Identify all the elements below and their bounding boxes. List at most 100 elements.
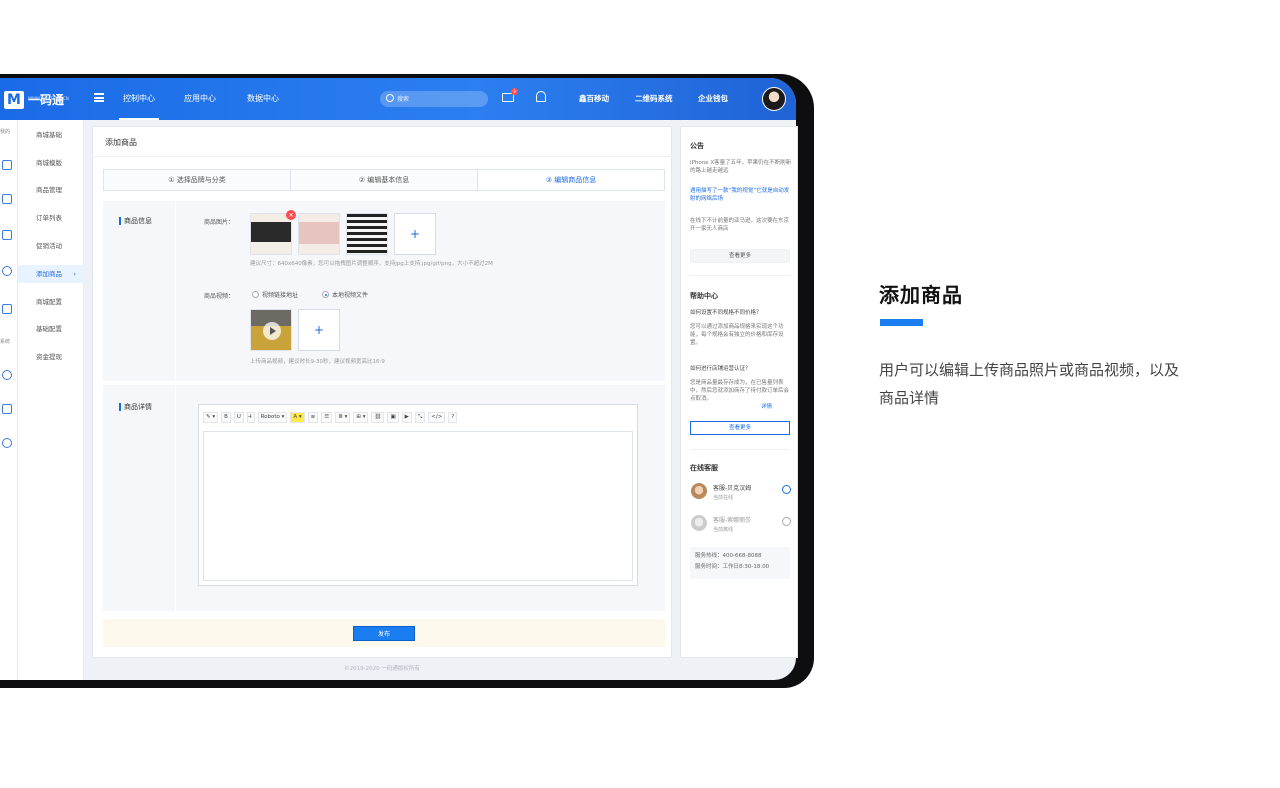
search-icon	[386, 94, 394, 102]
tb-color[interactable]: A ▾	[290, 411, 305, 423]
help-more-button[interactable]: 查看更多	[690, 421, 790, 435]
editor-content-area[interactable]	[203, 431, 633, 581]
tb-code[interactable]: </>	[428, 411, 446, 423]
product-info-body: 商品图片： × + 建议尺寸：640x640像素，您可以拖拽图片调整顺序，支持j…	[175, 201, 665, 381]
contact-phone: 服务热线：400-668-8088	[695, 553, 762, 559]
grid-icon[interactable]	[2, 160, 12, 170]
step-1[interactable]: ① 选择品牌与分类	[104, 170, 291, 190]
nav-link-mobile[interactable]: 鑫百移动	[579, 78, 609, 120]
logo-mark-icon: M	[4, 91, 24, 109]
tb-list-ul[interactable]: ≡	[307, 411, 319, 423]
help-question-2[interactable]: 如何进行店铺运营认证？	[690, 365, 792, 373]
subnav-item-add-product[interactable]: 添加商品	[18, 265, 84, 283]
chat-icon[interactable]	[782, 485, 791, 494]
tb-underline[interactable]: U	[233, 411, 244, 423]
subnav-item-product-manage[interactable]: 商品管理	[18, 181, 84, 199]
notice-more-button[interactable]: 查看更多	[690, 249, 790, 263]
chart-icon[interactable]	[2, 194, 12, 204]
top-nav-bar: M 一码通 WWW.YIMATONG.CN 控制中心 应用中心 数据中心 9 鑫…	[0, 78, 796, 120]
notice-title: 公告	[690, 142, 704, 150]
service-title: 在线客服	[690, 464, 718, 472]
publish-button[interactable]: 发布	[353, 626, 415, 641]
notice-text-2[interactable]: 在线下不计前量的亚马逊，这次要在东京开一家无人商店	[690, 217, 792, 233]
tab-data-center[interactable]: 数据中心	[247, 78, 279, 120]
play-icon[interactable]	[263, 322, 281, 340]
chat-offline-icon[interactable]	[782, 517, 791, 526]
rail-bottom-text: 系统	[0, 339, 11, 345]
subnav-item-basic-config[interactable]: 基础配置	[18, 320, 84, 338]
settings-icon[interactable]	[2, 370, 12, 380]
service-avatar-1	[691, 483, 707, 499]
video-thumbnail[interactable]	[250, 309, 292, 351]
rich-text-editor: ✎ ▾ B U I̶ Roboto ▾ A ▾ ≡ ☰ ≣ ▾ ⊞ ▾ ⛓ ▣ …	[198, 404, 638, 586]
users-icon[interactable]	[2, 438, 12, 448]
description-accent-bar	[880, 319, 923, 326]
search-input[interactable]	[397, 93, 477, 105]
divider	[690, 449, 790, 450]
tb-table[interactable]: ⊞ ▾	[353, 411, 369, 423]
add-video-button[interactable]: +	[298, 309, 340, 351]
wallet-icon[interactable]	[2, 404, 12, 414]
description-title: 添加商品	[879, 283, 963, 307]
search-box[interactable]	[380, 91, 488, 107]
video-hint: 上传商品视频，建议时长9-30秒，建议视频宽高比16:9	[250, 359, 385, 365]
images-label: 商品图片：	[204, 219, 235, 226]
step-3[interactable]: ③ 编辑商品信息	[478, 170, 664, 190]
service-avatar-2	[691, 515, 707, 531]
add-image-button[interactable]: +	[394, 213, 436, 255]
radio-local-video[interactable]	[322, 291, 329, 298]
subnav-item-promotion[interactable]: 促销活动	[18, 237, 84, 255]
notice-text[interactable]: iPhone X客量了五年，苹果仍在不断刷新的路上越走越远	[690, 159, 792, 175]
tb-strike[interactable]: I̶	[246, 411, 255, 423]
sub-sidebar: 商城基础 商城模版 商品管理 订单列表 促销活动 添加商品 商城配置 基础配置 …	[18, 120, 84, 680]
monitor-icon[interactable]	[2, 230, 12, 240]
radio-label-video-link: 视频链接地址	[262, 292, 299, 299]
user-avatar[interactable]	[762, 87, 786, 111]
tab-app-center[interactable]: 应用中心	[184, 78, 216, 120]
subnav-item-order-list[interactable]: 订单列表	[18, 209, 84, 227]
tb-bold[interactable]: B	[221, 411, 231, 423]
radio-video-link[interactable]	[252, 291, 259, 298]
tab-control-center[interactable]: 控制中心	[119, 78, 159, 120]
step-2[interactable]: ② 编辑基本信息	[291, 170, 478, 190]
help-answer-1: 您可以通过添加商品规格来实现这个功能，每个规格会有独立的价格和库存设置。	[690, 324, 784, 346]
menu-icon[interactable]	[94, 93, 104, 102]
service-name-2[interactable]: 客服-索娜丽莎	[713, 515, 751, 524]
help-title: 帮助中心	[690, 292, 718, 300]
tb-font[interactable]: Roboto ▾	[257, 411, 288, 423]
title-divider	[93, 156, 673, 157]
subnav-item-mall-config[interactable]: 商城配置	[18, 293, 84, 311]
service-name-1[interactable]: 客服-贝克汉姆	[713, 483, 751, 492]
nav-link-wallet[interactable]: 企业钱包	[698, 78, 728, 120]
tb-link[interactable]: ⛓	[371, 411, 385, 423]
cycle-icon[interactable]	[2, 266, 12, 276]
tb-style[interactable]: ✎ ▾	[203, 411, 219, 423]
contact-time: 服务时间：工作日8:30-18:00	[695, 564, 770, 570]
help-question-1[interactable]: 如何设置不同规格不同价格？	[690, 309, 792, 317]
tb-help[interactable]: ?	[448, 411, 458, 423]
notice-link[interactable]: 遇用描写了一款“我的视觉”它就是自动发射的网络后场	[690, 187, 792, 203]
section-label-detail: 商品详情	[119, 403, 152, 411]
product-image-2[interactable]	[298, 213, 340, 255]
tb-align[interactable]: ≣ ▾	[335, 411, 351, 423]
subnav-item-mall-template[interactable]: 商城模版	[18, 154, 84, 172]
tb-list-ol[interactable]: ☰	[321, 411, 333, 423]
tb-image[interactable]: ▣	[387, 411, 399, 423]
rail-top-text: 我的	[0, 129, 11, 135]
logo-subtext: WWW.YIMATONG.CN	[28, 96, 69, 101]
tb-video[interactable]: ▶	[401, 411, 412, 423]
subnav-item-mall-basic[interactable]: 商城基础	[18, 126, 84, 144]
product-image-3[interactable]	[346, 213, 388, 255]
remove-image-icon[interactable]: ×	[286, 210, 296, 220]
nav-link-qrcode-system[interactable]: 二维码系统	[635, 78, 673, 120]
product-info-section: 商品信息 商品图片： × + 建议尺寸：640x640像素，您可以拖拽图片调整顺…	[103, 201, 665, 381]
product-image-1[interactable]	[250, 213, 292, 255]
bell-icon[interactable]	[536, 91, 546, 102]
footer-copyright: ©2019-2020 一码通版权所有	[344, 666, 420, 672]
description-text: 用户可以编辑上传商品照片或商品视频，以及商品详情	[879, 361, 1180, 407]
tb-fullscreen[interactable]: ⤡	[414, 411, 426, 423]
help-detail-link[interactable]: 详情	[761, 403, 791, 411]
video-label: 商品视频：	[204, 293, 235, 300]
subnav-item-withdraw[interactable]: 资金提现	[18, 348, 84, 366]
database-icon[interactable]	[2, 304, 12, 314]
